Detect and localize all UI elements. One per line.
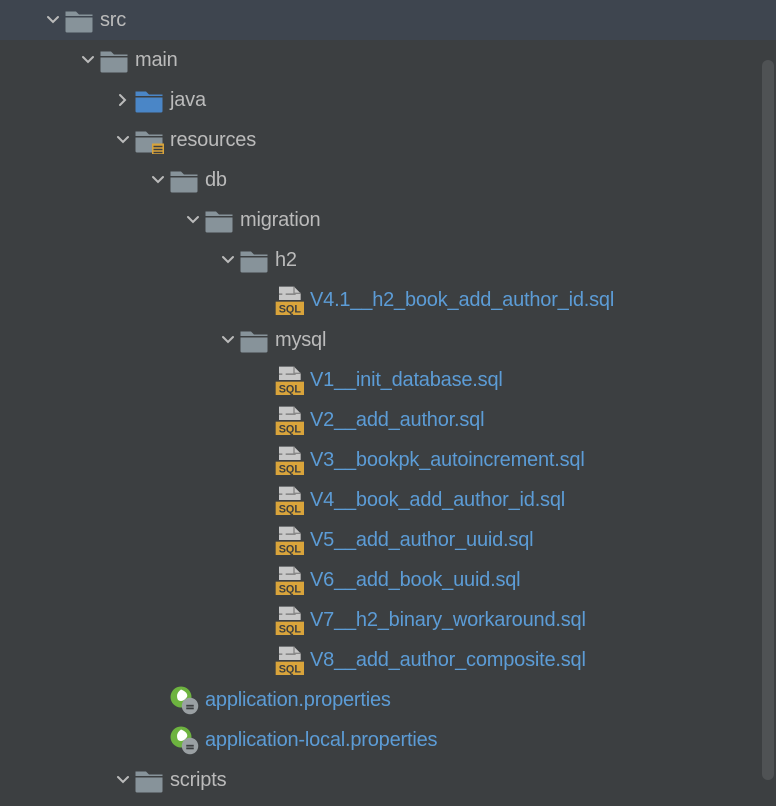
folder-icon [99, 47, 129, 73]
spring-properties-icon [169, 727, 199, 753]
folder-icon [239, 327, 269, 353]
tree-file[interactable]: V2__add_author.sql [0, 400, 776, 440]
tree-file[interactable]: V3__bookpk_autoincrement.sql [0, 440, 776, 480]
folder-icon [239, 247, 269, 273]
tree-label: migration [240, 209, 320, 232]
chevron-down-icon[interactable] [217, 249, 239, 271]
tree-label: V4__book_add_author_id.sql [310, 489, 565, 512]
sql-file-icon [274, 367, 304, 393]
tree-file-app-local-props[interactable]: application-local.properties [0, 720, 776, 760]
folder-icon [64, 7, 94, 33]
tree-file[interactable]: V4.1__h2_book_add_author_id.sql [0, 280, 776, 320]
tree-node-db[interactable]: db [0, 160, 776, 200]
chevron-down-icon[interactable] [112, 129, 134, 151]
tree-label: resources [170, 129, 256, 152]
tree-file[interactable]: V7__h2_binary_workaround.sql [0, 600, 776, 640]
vertical-scrollbar[interactable] [762, 60, 774, 780]
spacer [252, 409, 274, 431]
tree-label: mysql [275, 329, 326, 352]
spring-properties-icon [169, 687, 199, 713]
tree-label: java [170, 89, 206, 112]
tree-label: application-local.properties [205, 729, 437, 752]
spacer [252, 569, 274, 591]
tree-node-src[interactable]: src [0, 0, 776, 40]
tree-label: db [205, 169, 227, 192]
tree-label: h2 [275, 249, 297, 272]
sql-file-icon [274, 407, 304, 433]
spacer [252, 449, 274, 471]
tree-label: V7__h2_binary_workaround.sql [310, 609, 586, 632]
tree-node-mysql[interactable]: mysql [0, 320, 776, 360]
chevron-down-icon[interactable] [217, 329, 239, 351]
chevron-down-icon[interactable] [147, 169, 169, 191]
tree-label: V4.1__h2_book_add_author_id.sql [310, 289, 614, 312]
chevron-down-icon[interactable] [42, 9, 64, 31]
sql-file-icon [274, 527, 304, 553]
tree-node-resources[interactable]: resources [0, 120, 776, 160]
chevron-down-icon[interactable] [77, 49, 99, 71]
spacer [252, 489, 274, 511]
chevron-down-icon[interactable] [112, 769, 134, 791]
spacer [252, 369, 274, 391]
tree-node-migration[interactable]: migration [0, 200, 776, 240]
tree-label: V5__add_author_uuid.sql [310, 529, 533, 552]
spacer [252, 649, 274, 671]
tree-label: V6__add_book_uuid.sql [310, 569, 520, 592]
tree-node-java[interactable]: java [0, 80, 776, 120]
tree-label: V1__init_database.sql [310, 369, 503, 392]
tree-file[interactable]: V1__init_database.sql [0, 360, 776, 400]
tree-file[interactable]: V8__add_author_composite.sql [0, 640, 776, 680]
sql-file-icon [274, 487, 304, 513]
tree-label: main [135, 49, 178, 72]
folder-java-icon [134, 87, 164, 113]
tree-file[interactable]: V6__add_book_uuid.sql [0, 560, 776, 600]
spacer [252, 609, 274, 631]
sql-file-icon [274, 447, 304, 473]
tree-label: application.properties [205, 689, 391, 712]
project-tree[interactable]: src main java resources db migration h2 … [0, 0, 776, 800]
sql-file-icon [274, 567, 304, 593]
folder-icon [134, 767, 164, 793]
tree-label: V2__add_author.sql [310, 409, 484, 432]
tree-label: src [100, 9, 126, 32]
tree-label: V8__add_author_composite.sql [310, 649, 586, 672]
folder-icon [169, 167, 199, 193]
tree-label: V3__bookpk_autoincrement.sql [310, 449, 585, 472]
folder-resources-icon [134, 127, 164, 153]
spacer [252, 289, 274, 311]
tree-node-scripts[interactable]: scripts [0, 760, 776, 800]
chevron-right-icon[interactable] [112, 89, 134, 111]
sql-file-icon [274, 607, 304, 633]
tree-file-app-props[interactable]: application.properties [0, 680, 776, 720]
sql-file-icon [274, 287, 304, 313]
tree-file[interactable]: V5__add_author_uuid.sql [0, 520, 776, 560]
tree-node-main[interactable]: main [0, 40, 776, 80]
spacer [252, 529, 274, 551]
tree-file[interactable]: V4__book_add_author_id.sql [0, 480, 776, 520]
tree-node-h2[interactable]: h2 [0, 240, 776, 280]
sql-file-icon [274, 647, 304, 673]
chevron-down-icon[interactable] [182, 209, 204, 231]
tree-label: scripts [170, 769, 226, 792]
spacer [147, 689, 169, 711]
spacer [147, 729, 169, 751]
folder-icon [204, 207, 234, 233]
